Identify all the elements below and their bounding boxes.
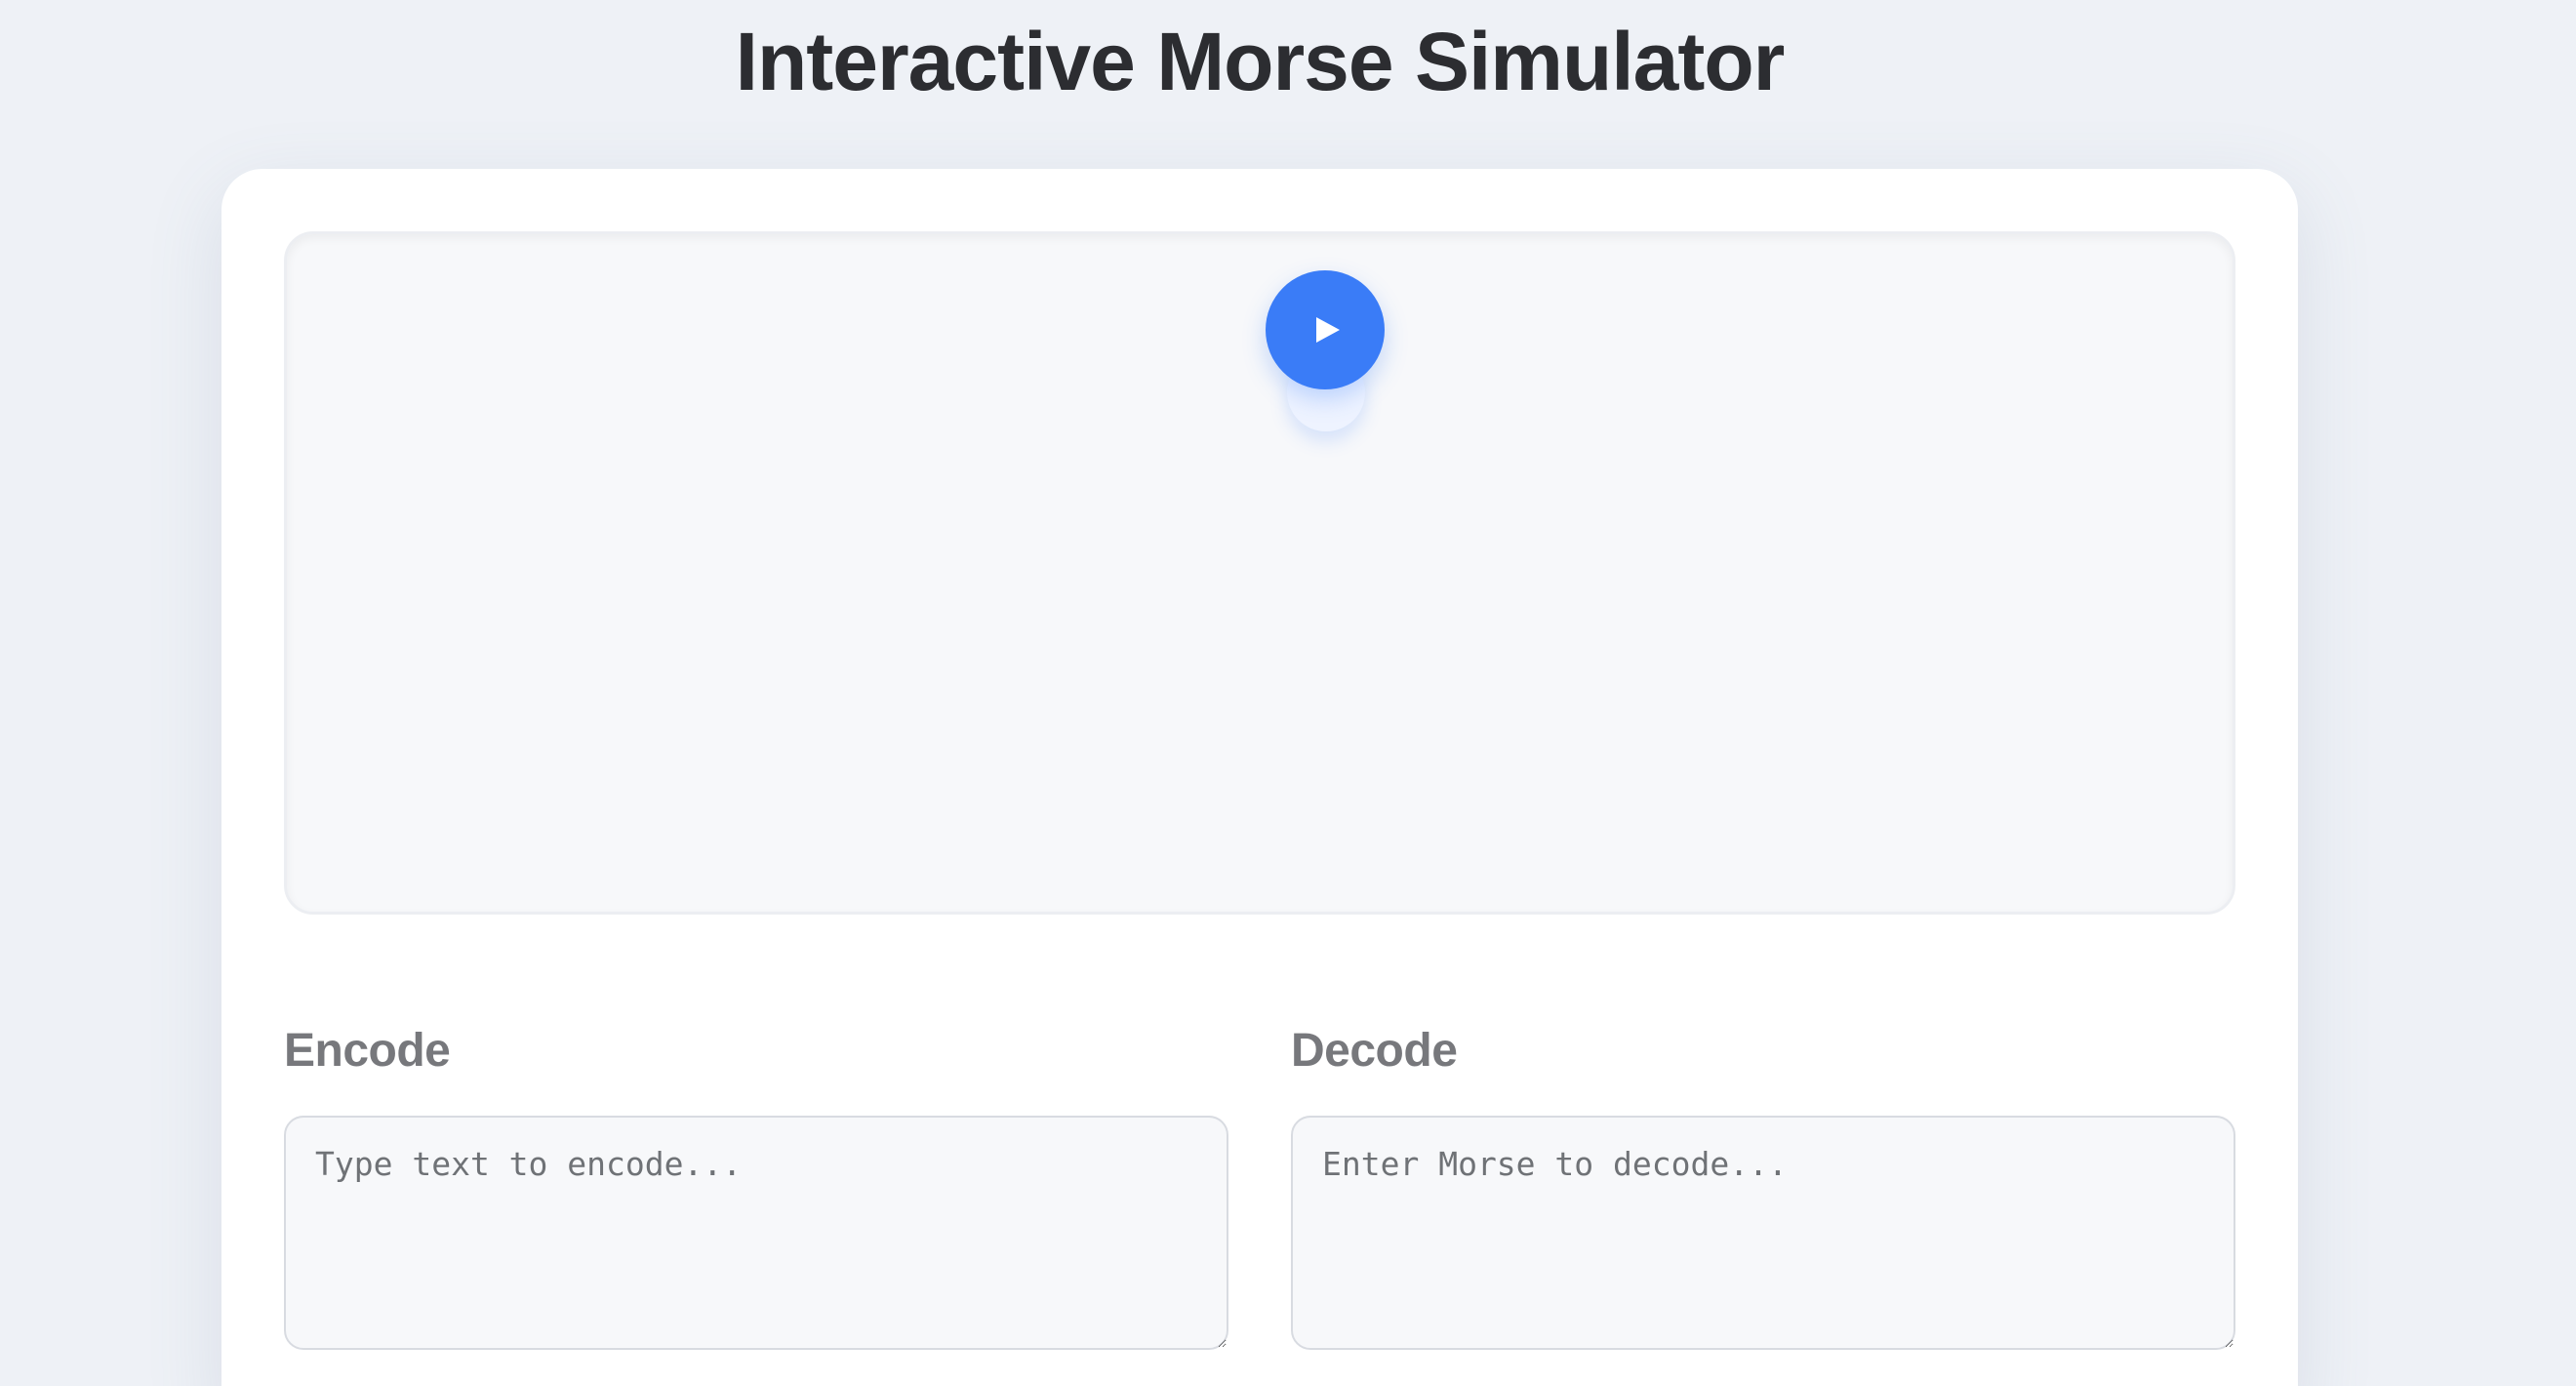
morse-stage (284, 231, 2235, 915)
play-icon (1316, 317, 1340, 343)
decode-section: Decode (1291, 1024, 2235, 1355)
play-button[interactable] (1266, 270, 1385, 389)
decode-label: Decode (1291, 1025, 1458, 1077)
encode-input[interactable] (284, 1116, 1228, 1350)
decode-input[interactable] (1291, 1116, 2235, 1350)
page-title: Interactive Morse Simulator (735, 16, 1786, 107)
simulator-card: Encode Decode (221, 169, 2298, 1386)
encode-label: Encode (284, 1025, 451, 1077)
page-root: Interactive Morse Simulator Encode Decod… (0, 0, 2576, 1386)
encode-section: Encode (284, 1024, 1228, 1355)
